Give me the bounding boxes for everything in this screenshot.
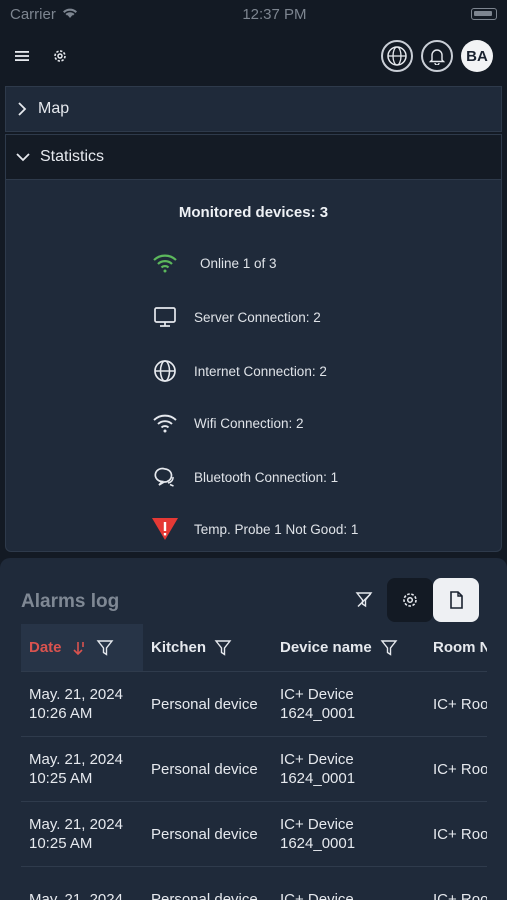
stat-label: Server Connection: 2 bbox=[194, 309, 321, 325]
stat-label: Wifi Connection: 2 bbox=[194, 415, 304, 431]
accordion-statistics[interactable]: Statistics bbox=[5, 134, 502, 180]
cell-room-name: IC+ Roo bbox=[433, 825, 487, 843]
wifi-icon bbox=[150, 412, 180, 434]
menu-icon[interactable] bbox=[14, 49, 30, 63]
wifi-status-icon bbox=[62, 6, 78, 23]
column-room-name[interactable]: Room N bbox=[425, 624, 487, 671]
filter-icon[interactable] bbox=[214, 639, 232, 657]
table-header: Date Kitchen Device name Room N bbox=[21, 624, 487, 672]
gear-icon[interactable] bbox=[52, 48, 68, 64]
stat-internet: Internet Connection: 2 bbox=[150, 359, 327, 383]
cell-device-name: IC+ Device bbox=[280, 890, 354, 900]
table-row[interactable]: May. 21, 2024 10:26 AM Personal device I… bbox=[21, 672, 487, 737]
cell-date: May. 21, 2024 10:25 AM bbox=[29, 751, 123, 787]
globe-icon bbox=[150, 359, 180, 383]
stat-bluetooth: Bluetooth Connection: 1 bbox=[150, 465, 338, 489]
alarms-table: Date Kitchen Device name Room N May. 21,… bbox=[21, 624, 487, 900]
chevron-down-icon bbox=[16, 153, 30, 162]
battery-icon bbox=[471, 8, 497, 20]
alarms-toolbar bbox=[341, 578, 479, 622]
column-date[interactable]: Date bbox=[21, 624, 143, 671]
cell-device-name: IC+ Device 1624_0001 bbox=[280, 686, 356, 722]
column-label: Kitchen bbox=[151, 639, 207, 656]
statistics-panel: Monitored devices: 3 Online 1 of 3 Serve… bbox=[5, 180, 502, 552]
cell-kitchen: Personal device bbox=[151, 825, 258, 843]
filter-icon[interactable] bbox=[380, 639, 398, 657]
wifi-online-icon bbox=[150, 252, 180, 274]
stat-server: Server Connection: 2 bbox=[150, 306, 321, 328]
cell-date: May. 21, 2024 10:26 AM bbox=[29, 686, 123, 722]
carrier-label: Carrier bbox=[10, 5, 56, 23]
bluetooth-chat-icon bbox=[150, 465, 180, 489]
column-kitchen[interactable]: Kitchen bbox=[143, 624, 272, 671]
bell-icon bbox=[428, 49, 446, 65]
stat-label: Online 1 of 3 bbox=[200, 255, 277, 271]
gear-icon bbox=[403, 593, 417, 607]
cell-date: May. 21, 2024 bbox=[29, 890, 123, 900]
globe-button[interactable] bbox=[381, 40, 413, 72]
top-bar: BA bbox=[0, 28, 507, 84]
avatar[interactable]: BA bbox=[461, 40, 493, 72]
cell-kitchen: Personal device bbox=[151, 760, 258, 778]
chevron-right-icon bbox=[18, 102, 27, 116]
stat-wifi: Wifi Connection: 2 bbox=[150, 412, 304, 434]
filter-icon[interactable] bbox=[96, 639, 114, 657]
clear-filter-button[interactable] bbox=[341, 578, 387, 622]
cell-room-name: IC+ Roo bbox=[433, 760, 487, 778]
cell-room-name: IC+ Roo bbox=[433, 890, 487, 900]
cell-date: May. 21, 2024 10:25 AM bbox=[29, 816, 123, 852]
alarms-log-title: Alarms log bbox=[21, 591, 120, 612]
filter-off-icon bbox=[355, 592, 373, 608]
monitor-icon bbox=[150, 306, 180, 328]
cell-kitchen: Personal device bbox=[151, 695, 258, 713]
sort-desc-icon[interactable] bbox=[70, 639, 88, 657]
notifications-button[interactable] bbox=[421, 40, 453, 72]
alarms-log-panel: Alarms log Date Kitchen Device name Room… bbox=[0, 558, 507, 900]
accordion-label: Statistics bbox=[40, 148, 105, 165]
clock: 12:37 PM bbox=[242, 5, 307, 23]
cell-kitchen: Personal device bbox=[151, 890, 258, 900]
column-label: Device name bbox=[280, 639, 372, 656]
status-bar: Carrier 12:37 PM bbox=[0, 0, 507, 28]
stat-label: Internet Connection: 2 bbox=[194, 363, 327, 379]
warning-icon bbox=[150, 517, 180, 541]
accordion-label: Map bbox=[38, 100, 70, 117]
document-icon bbox=[450, 591, 463, 609]
table-settings-button[interactable] bbox=[387, 578, 433, 622]
stat-label: Bluetooth Connection: 1 bbox=[194, 469, 339, 485]
stat-online: Online 1 of 3 bbox=[150, 252, 277, 274]
column-device-name[interactable]: Device name bbox=[272, 624, 425, 671]
column-label: Room N bbox=[433, 639, 487, 656]
table-row[interactable]: May. 21, 2024 10:25 AM Personal device I… bbox=[21, 802, 487, 867]
table-row[interactable]: May. 21, 2024 Personal device IC+ Device… bbox=[21, 867, 487, 900]
accordion-map[interactable]: Map bbox=[5, 86, 502, 132]
cell-device-name: IC+ Device 1624_0001 bbox=[280, 751, 356, 787]
stat-label: Temp. Probe 1 Not Good: 1 bbox=[194, 521, 359, 537]
table-row[interactable]: May. 21, 2024 10:25 AM Personal device I… bbox=[21, 737, 487, 802]
export-document-button[interactable] bbox=[433, 578, 479, 622]
cell-device-name: IC+ Device 1624_0001 bbox=[280, 816, 356, 852]
stat-temp-probe: Temp. Probe 1 Not Good: 1 bbox=[150, 517, 358, 541]
globe-icon bbox=[387, 46, 407, 66]
column-label: Date bbox=[29, 639, 62, 656]
monitored-devices-title: Monitored devices: 3 bbox=[178, 204, 329, 221]
cell-room-name: IC+ Roo bbox=[433, 695, 487, 713]
